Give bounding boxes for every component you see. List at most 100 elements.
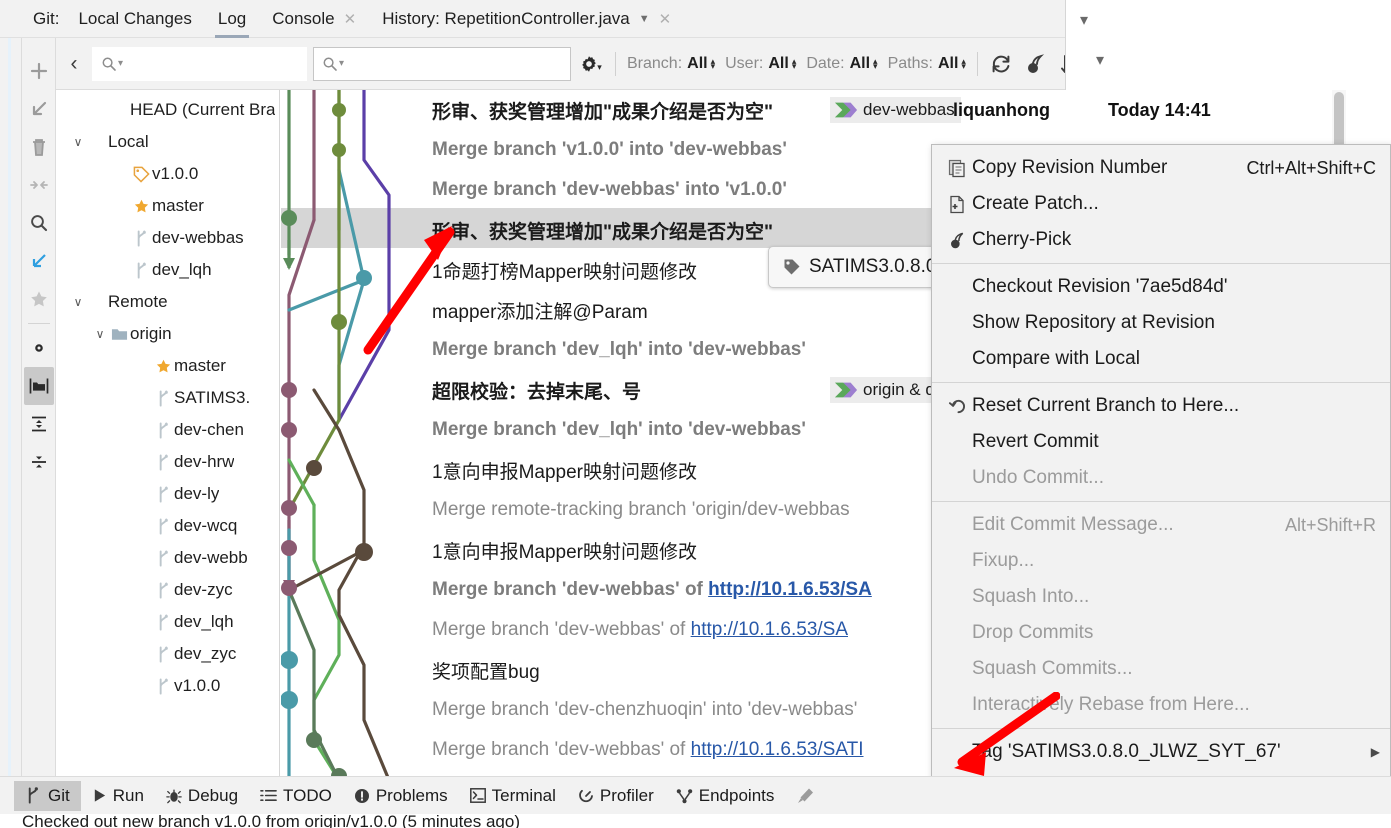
filter-branch[interactable]: Branch: All ▴ ▾ <box>627 55 715 73</box>
commit-message-text: Merge branch 'dev-webbas' of <box>432 619 691 640</box>
gear-icon[interactable]: ▾ <box>571 53 609 75</box>
branch-tree-item[interactable]: ∨ Remote <box>56 286 279 318</box>
chevron-down-icon[interactable]: ∨ <box>92 327 108 341</box>
chevron-down-icon[interactable]: ▾ <box>1080 10 1088 30</box>
branch-tree-item-label: dev_zyc <box>174 644 237 663</box>
branch-tree-item[interactable]: HEAD (Current Bra <box>56 94 279 126</box>
branch-tree-panel[interactable]: HEAD (Current Bra ∨ Local v1.0.0 master dev-w… <box>56 90 280 776</box>
tab-history-repetitioncontroller-java[interactable]: History: RepetitionController.java ▼ ✕ <box>369 0 684 38</box>
bottom-tab-problems[interactable]: Problems <box>343 781 459 811</box>
jump-to-source-button[interactable] <box>24 242 54 280</box>
menu-separator <box>932 728 1390 729</box>
bottom-tab-terminal[interactable]: Terminal <box>459 781 567 811</box>
branch-search-input[interactable]: ▾ <box>92 46 307 81</box>
menu-item-label: Edit Commit Message... <box>972 514 1174 535</box>
updown-icon[interactable]: ▴ ▾ <box>961 56 966 70</box>
log-search-input[interactable]: ▾ <box>313 46 571 81</box>
search-icon[interactable] <box>24 204 54 242</box>
close-icon[interactable]: ✕ <box>659 12 672 27</box>
menu-item-revert-commit[interactable]: Revert Commit <box>932 424 1390 460</box>
bottom-tab-run[interactable]: Run <box>81 781 155 811</box>
chevron-down-icon[interactable]: ▼ <box>639 13 650 25</box>
commit-message-link[interactable]: http://10.1.6.53/SATI <box>691 739 864 760</box>
branch-tree-item[interactable]: dev-webbas <box>56 222 279 254</box>
branch-tree-item[interactable]: ∨ origin <box>56 318 279 350</box>
bottom-tab-git[interactable]: Git <box>14 780 81 811</box>
updown-icon[interactable]: ▴ ▾ <box>873 56 878 70</box>
branch-tree-item[interactable]: dev-zyc <box>56 574 279 606</box>
bottom-tab-endpoints[interactable]: Endpoints <box>665 781 786 811</box>
menu-item-compare-with-local[interactable]: Compare with Local <box>932 341 1390 377</box>
branch-tree-item[interactable]: dev-ly <box>56 478 279 510</box>
branch-tree-item[interactable]: master <box>56 190 279 222</box>
branch-tree-item-label: dev-webbas <box>152 228 244 247</box>
branch-tree-item[interactable]: dev-wcq <box>56 510 279 542</box>
filter-date[interactable]: Date: All ▴ ▾ <box>806 55 877 73</box>
commit-message: Merge branch 'dev-chenzhuoqin' into 'dev… <box>432 699 858 720</box>
details-row[interactable]: ▾ <box>1066 40 1391 80</box>
refresh-icon[interactable] <box>984 53 1018 75</box>
delete-button[interactable] <box>24 128 54 166</box>
branch-icon <box>152 421 174 439</box>
menu-item-cherry-pick[interactable]: Cherry-Pick <box>932 222 1390 258</box>
filter-paths[interactable]: Paths: All ▴ ▾ <box>888 55 966 73</box>
menu-item-copy-revision-number[interactable]: Copy Revision Number Ctrl+Alt+Shift+C <box>932 150 1390 186</box>
gear-icon[interactable] <box>24 329 54 367</box>
menu-item-reset-current-branch-to-here[interactable]: Reset Current Branch to Here... <box>932 388 1390 424</box>
chevron-down-icon[interactable]: ∨ <box>70 295 86 309</box>
search-icon: ▾ <box>322 56 344 72</box>
commit-message: Merge branch 'dev-webbas' of http://10.1… <box>432 579 872 601</box>
group-by-directory-button[interactable] <box>23 367 54 405</box>
branch-tree-item[interactable]: dev_lqh <box>56 254 279 286</box>
updown-icon[interactable]: ▴ ▾ <box>792 56 797 70</box>
filter-user[interactable]: User: All ▴ ▾ <box>725 55 796 73</box>
close-icon[interactable]: ✕ <box>344 12 357 27</box>
commit-message-link[interactable]: http://10.1.6.53/SA <box>708 579 872 600</box>
commit-message-link[interactable]: http://10.1.6.53/SA <box>691 619 848 640</box>
bottom-tab-debug[interactable]: Debug <box>155 781 249 811</box>
commit-message: 1意向申报Mapper映射问题修改 <box>432 461 697 483</box>
expand-all-button[interactable] <box>24 405 54 443</box>
commit-context-menu[interactable]: Copy Revision Number Ctrl+Alt+Shift+C Crea… <box>931 144 1391 828</box>
branch-tree-item[interactable]: dev_lqh <box>56 606 279 638</box>
branch-tree-item[interactable]: master <box>56 350 279 382</box>
branch-tree-item[interactable]: dev_zyc <box>56 638 279 670</box>
chevron-down-icon[interactable]: ▾ <box>1096 50 1104 70</box>
branch-tree-item[interactable]: v1.0.0 <box>56 158 279 190</box>
chevron-down-icon[interactable]: ∨ <box>70 135 86 149</box>
chevron-left-icon[interactable]: ‹ <box>56 52 92 76</box>
add-button[interactable] <box>24 52 54 90</box>
cherry-pick-icon[interactable] <box>1018 53 1052 75</box>
branch-tree-item[interactable]: dev-hrw <box>56 446 279 478</box>
folder-icon <box>108 327 130 342</box>
bottom-tab-build[interactable] <box>785 781 833 811</box>
tab-local-changes[interactable]: Local Changes <box>65 0 204 38</box>
menu-item-create-patch[interactable]: Create Patch... <box>932 186 1390 222</box>
chevron-right-icon[interactable]: ▶ <box>1371 745 1380 759</box>
branch-tree-item[interactable]: v1.0.0 <box>56 670 279 702</box>
branch-tree-item[interactable]: dev-chen <box>56 414 279 446</box>
tab-log[interactable]: Log <box>205 0 259 38</box>
updown-icon[interactable]: ▴ ▾ <box>711 56 716 70</box>
branch-tree-item[interactable]: SATIMS3. <box>56 382 279 414</box>
tab-console[interactable]: Console ✕ <box>259 0 369 38</box>
compare-button[interactable] <box>24 166 54 204</box>
menu-item-checkout-revision-7ae5d84d[interactable]: Checkout Revision '7ae5d84d' <box>932 269 1390 305</box>
tab-label: Git: <box>33 9 60 28</box>
commit-author: liquanhong <box>953 99 1050 120</box>
branch-tree-item[interactable]: ∨ Local <box>56 126 279 158</box>
branch-tree-item-label: HEAD (Current Bra <box>130 100 276 119</box>
menu-item-tag-satims3-0-8-0-jlwz-syt-67[interactable]: Tag 'SATIMS3.0.8.0_JLWZ_SYT_67' ▶ <box>932 734 1390 770</box>
rollback-button[interactable] <box>24 90 54 128</box>
branch-tree-item[interactable]: dev-webb <box>56 542 279 574</box>
bottom-tab-todo[interactable]: TODO <box>249 781 343 811</box>
menu-item-show-repository-at-revision[interactable]: Show Repository at Revision <box>932 305 1390 341</box>
favorite-button[interactable] <box>24 280 54 318</box>
bottom-tab-profiler[interactable]: Profiler <box>567 781 665 811</box>
details-row[interactable]: ▾ <box>1066 0 1391 40</box>
commit-row[interactable]: 形审、获奖管理增加"成果介绍是否为空" dev-webbas liquanhong T… <box>281 90 1391 130</box>
collapse-all-button[interactable] <box>24 443 54 481</box>
branch-ref-chip[interactable]: dev-webbas <box>830 97 961 123</box>
branch-tree-item-label: dev_lqh <box>152 260 212 279</box>
scrollbar-thumb[interactable] <box>1334 92 1344 150</box>
